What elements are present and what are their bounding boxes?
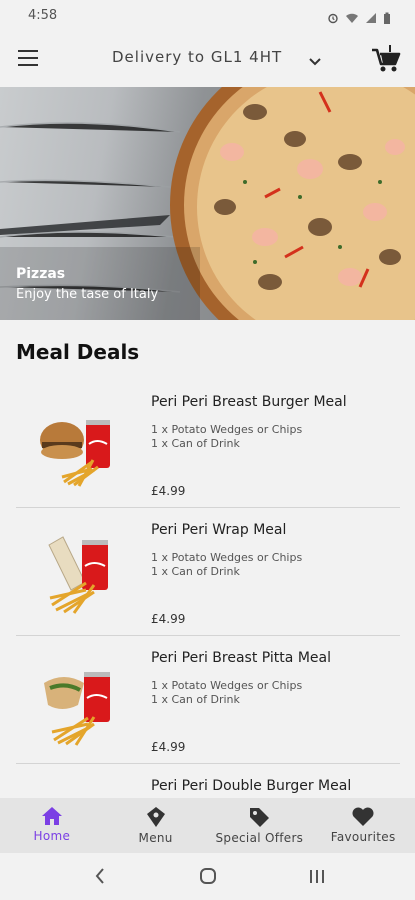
pitta-meal-image xyxy=(44,672,110,746)
deal-line: 1 x Potato Wedges or Chips xyxy=(151,423,303,436)
burger-meal-image xyxy=(40,420,110,487)
hamburger-menu-icon[interactable] xyxy=(18,50,38,66)
deal-price: £4.99 xyxy=(151,740,186,754)
wifi-icon xyxy=(345,9,359,28)
deal-description: 1 x Potato Wedges or Chips 1 x Can of Dr… xyxy=(151,551,302,579)
app-bar: Delivery to GL1 4HT xyxy=(0,32,415,87)
back-icon[interactable] xyxy=(94,867,106,889)
status-time: 4:58 xyxy=(28,8,58,23)
deal-line: 1 x Can of Drink xyxy=(151,437,240,450)
deal-card[interactable]: Peri Peri Breast Burger Meal 1 x Potato … xyxy=(16,380,400,508)
nav-menu[interactable]: Menu xyxy=(104,798,208,853)
deal-price: £4.99 xyxy=(151,612,186,626)
nav-label: Home xyxy=(33,829,71,843)
home-button-icon[interactable] xyxy=(199,867,217,889)
deal-card[interactable]: Peri Peri Double Burger Meal xyxy=(16,764,400,798)
deal-name: Peri Peri Double Burger Meal xyxy=(151,778,352,794)
pizza-image xyxy=(0,87,415,320)
deal-line: 1 x Potato Wedges or Chips xyxy=(151,551,303,564)
deal-name: Peri Peri Breast Pitta Meal xyxy=(151,650,331,666)
recent-apps-icon[interactable] xyxy=(308,867,326,889)
heart-icon xyxy=(352,807,374,826)
home-icon xyxy=(41,807,62,825)
nav-label: Menu xyxy=(138,831,173,845)
deal-card[interactable]: Peri Peri Wrap Meal 1 x Potato Wedges or… xyxy=(16,508,400,636)
cart-icon[interactable] xyxy=(370,44,402,78)
menu-tag-icon xyxy=(146,807,165,827)
nav-label: Favourites xyxy=(330,830,396,844)
deal-description: 1 x Potato Wedges or Chips 1 x Can of Dr… xyxy=(151,423,302,451)
nav-home[interactable]: Home xyxy=(0,798,104,853)
deal-line: 1 x Can of Drink xyxy=(151,565,240,578)
hero-title: Pizzas xyxy=(16,266,66,282)
nav-label: Special Offers xyxy=(215,831,304,845)
system-navigation-bar xyxy=(0,853,415,900)
deal-description: 1 x Potato Wedges or Chips 1 x Can of Dr… xyxy=(151,679,302,707)
battery-icon xyxy=(383,9,391,28)
signal-icon xyxy=(365,9,377,28)
hero-banner-pizzas[interactable]: Pizzas Enjoy the tase of Italy xyxy=(0,87,415,320)
status-icons xyxy=(327,9,391,28)
deal-name: Peri Peri Breast Burger Meal xyxy=(151,394,347,410)
nav-special-offers[interactable]: Special Offers xyxy=(208,798,312,853)
bottom-navigation: Home Menu Special Offers Favourites xyxy=(0,798,415,853)
status-bar: 4:58 xyxy=(0,0,415,32)
wrap-meal-image xyxy=(48,536,108,614)
tag-icon xyxy=(250,808,270,827)
deal-line: 1 x Can of Drink xyxy=(151,693,240,706)
deal-name: Peri Peri Wrap Meal xyxy=(151,522,287,538)
deal-price: £4.99 xyxy=(151,484,186,498)
alarm-icon xyxy=(327,9,339,28)
nav-favourites[interactable]: Favourites xyxy=(311,798,415,853)
hero-subtitle: Enjoy the tase of Italy xyxy=(16,287,159,302)
deal-card[interactable]: Peri Peri Breast Pitta Meal 1 x Potato W… xyxy=(16,636,400,764)
deal-line: 1 x Potato Wedges or Chips xyxy=(151,679,303,692)
delivery-location[interactable]: Delivery to GL1 4HT xyxy=(112,48,282,66)
chevron-down-icon[interactable] xyxy=(308,52,322,71)
section-title: Meal Deals xyxy=(16,340,140,364)
double-burger-meal-image xyxy=(34,776,124,798)
